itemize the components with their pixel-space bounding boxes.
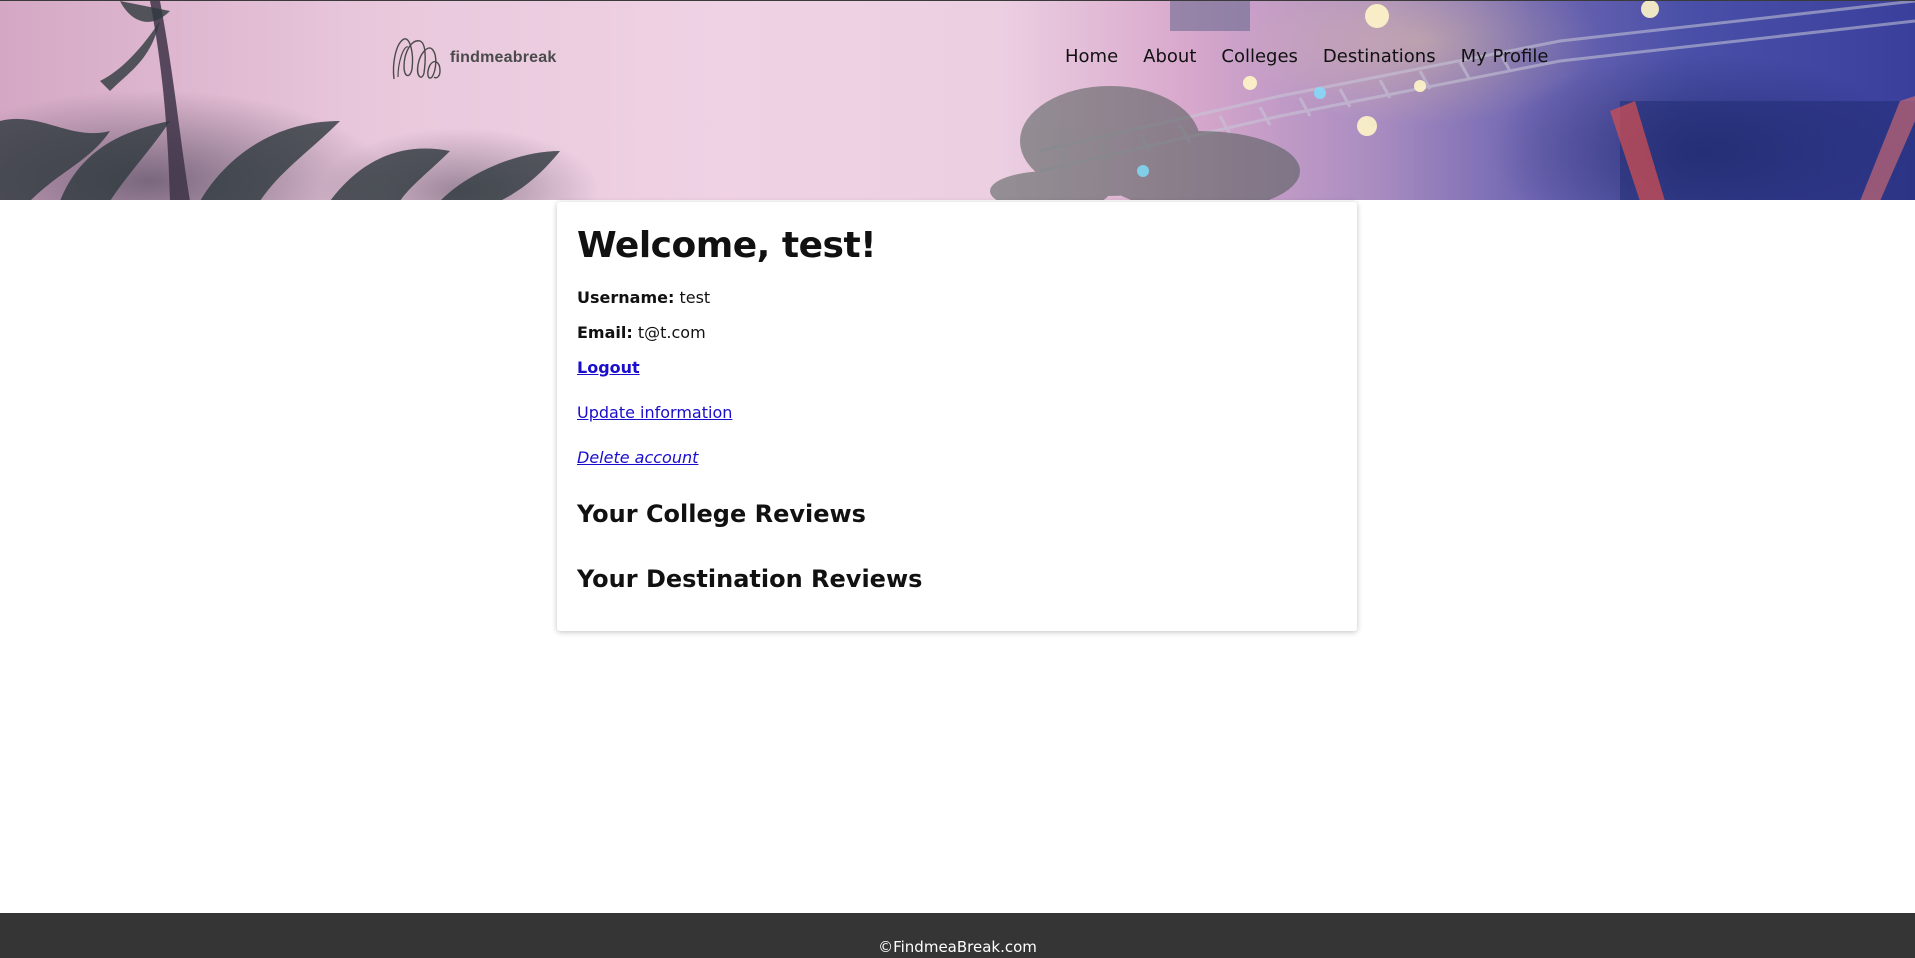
email-value: t@t.com [637, 323, 706, 342]
main-nav: Home About Colleges Destinations My Prof… [1065, 45, 1573, 69]
banner-background-image [0, 1, 1915, 200]
nav-home[interactable]: Home [1065, 45, 1118, 69]
nav-about[interactable]: About [1143, 45, 1196, 69]
email-row: Email: t@t.com [577, 323, 706, 343]
logo-text: findmeabreak [450, 49, 557, 66]
nav-colleges[interactable]: Colleges [1221, 45, 1298, 69]
update-information-link[interactable]: Update information [577, 403, 732, 422]
page: findmeabreak Home About Colleges Destina… [0, 0, 1915, 958]
footer: ©FindmeaBreak.com [0, 913, 1915, 958]
logout-link[interactable]: Logout [577, 358, 640, 377]
nav-destinations[interactable]: Destinations [1323, 45, 1436, 69]
email-label: Email: [577, 323, 633, 342]
username-row: Username: test [577, 288, 710, 308]
site-logo[interactable]: findmeabreak [390, 33, 556, 83]
username-label: Username: [577, 288, 675, 307]
nav-my-profile[interactable]: My Profile [1461, 45, 1549, 69]
header-banner: findmeabreak Home About Colleges Destina… [0, 0, 1915, 200]
delete-account-link[interactable]: Delete account [577, 448, 698, 467]
footer-copyright: ©FindmeaBreak.com [878, 938, 1037, 956]
profile-card: Welcome, test! Username: test Email: t@t… [557, 202, 1357, 631]
username-value: test [679, 288, 711, 307]
college-reviews-heading: Your College Reviews [577, 500, 866, 528]
welcome-heading: Welcome, test! [577, 225, 877, 266]
logo-scribble-icon [392, 38, 441, 80]
destination-reviews-heading: Your Destination Reviews [577, 565, 923, 593]
